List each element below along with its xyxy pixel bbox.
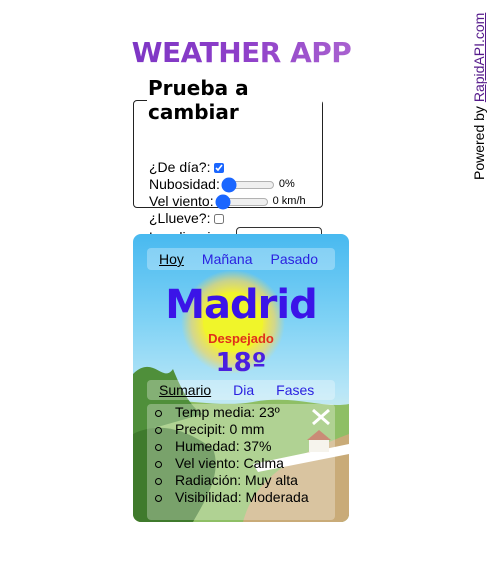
rain-label: ¿Llueve?: [149,210,211,226]
tab-manana[interactable]: Mañana [202,251,253,267]
weather-condition: Despejado [208,331,274,346]
wind-value: 0 km/h [272,195,306,207]
weather-card: Hoy Mañana Pasado Madrid Despejado 18º S… [133,234,349,522]
controls-legend: Prueba a cambiar [148,76,249,124]
wind-label: Vel viento: [149,193,214,209]
cloudiness-slider[interactable] [220,177,275,192]
detail-vel-viento: Vel viento: Calma [147,455,335,472]
controls-panel: Prueba a cambiar ¿De día?: Nubosidad: 0%… [133,76,323,247]
tab-sumario[interactable]: Sumario [159,382,211,398]
rain-row: ¿Llueve?: [149,210,225,227]
tab-hoy[interactable]: Hoy [159,251,184,267]
city-name: Madrid [165,282,318,328]
cloudiness-label: Nubosidad: [149,176,220,192]
cloudiness-value: 0% [278,178,295,190]
daytime-row: ¿De día?: [149,159,225,176]
tab-pasado[interactable]: Pasado [271,251,318,267]
temperature: 18º [215,348,267,378]
powered-by: Powered by RapidAPI.com [468,8,490,180]
detail-temp-media: Temp media: 23º [147,404,335,421]
detail-tabs: Sumario Dia Fases [147,380,335,400]
daytime-checkbox[interactable] [214,162,225,173]
powered-by-text: Powered by [471,102,487,180]
detail-panel: Temp media: 23º Precipit: 0 mm Humedad: … [147,404,335,520]
wind-row: Vel viento: 0 km/h [149,193,306,210]
app-title: WEATHER APP [0,36,483,69]
detail-radiacion: Radiación: Muy alta [147,472,335,489]
detail-list: Temp media: 23º Precipit: 0 mm Humedad: … [147,404,335,506]
day-tabs: Hoy Mañana Pasado [147,248,335,270]
detail-precipit: Precipit: 0 mm [147,421,335,438]
rapidapi-link[interactable]: RapidAPI.com [471,13,487,102]
daytime-label: ¿De día?: [149,159,211,175]
wind-slider[interactable] [214,194,269,209]
detail-visibilidad: Visibilidad: Moderada [147,489,335,506]
tab-fases[interactable]: Fases [276,382,314,398]
rain-checkbox[interactable] [214,213,225,224]
detail-humedad: Humedad: 37% [147,438,335,455]
tab-dia[interactable]: Dia [233,382,254,398]
cloudiness-row: Nubosidad: 0% [149,176,295,193]
